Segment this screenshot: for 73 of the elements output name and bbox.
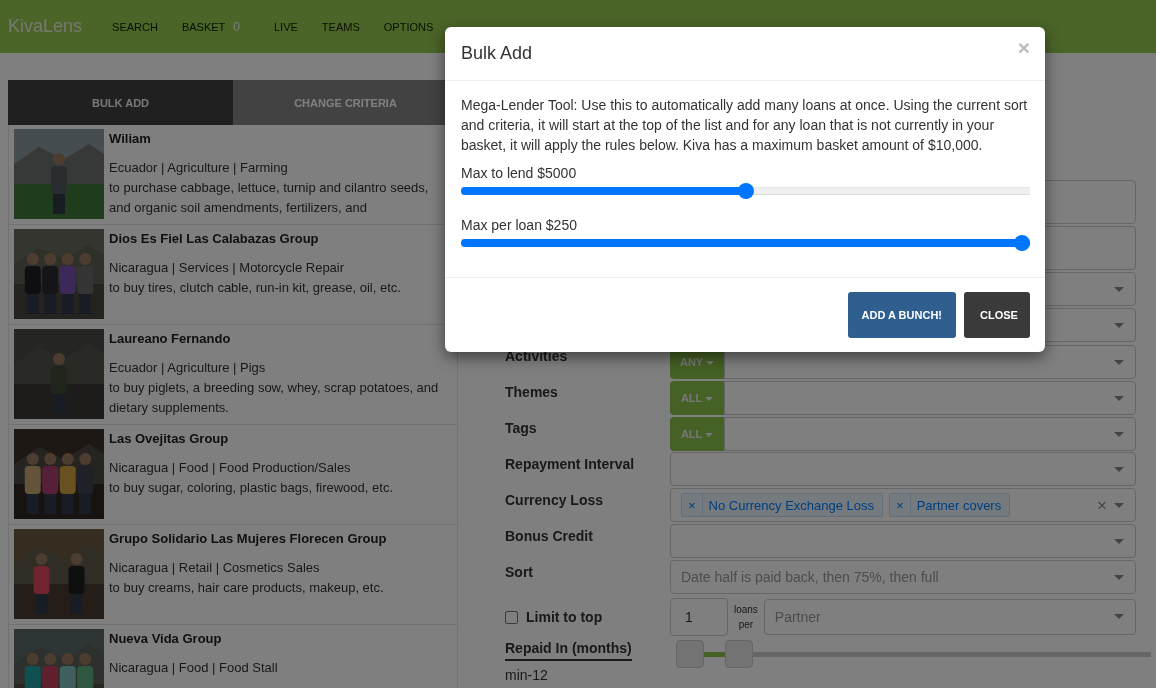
caret-icon [1114,396,1124,401]
tag-label: Partner covers [915,497,1003,513]
loan-card[interactable]: Grupo Solidario Las Mujeres Florecen Group Nicaragua | Retail | Cosmetics Sales to buy creams, hair care products, makeup, etc. [8,525,458,625]
loan-card[interactable]: Nueva Vida Group Nicaragua | Food | Food Stall [8,625,458,688]
checkbox[interactable] [505,610,518,624]
unit-label: loans per [732,603,759,632]
field-label: Repayment Interval [505,456,636,472]
loan-use: to buy sugar, coloring, plastic bags, firewood, etc. [109,479,393,497]
field-label: Limit to top [526,609,603,625]
multi-select-field[interactable]: × No Currency Exchange Loss × Partner covers × [670,488,1136,522]
loan-use: to buy creams, hair care products, makeup, etc. [109,579,385,597]
loan-category: Nicaragua | Retail | Cosmetics Sales [109,559,321,577]
slider-label: Max per loan $250 [461,217,578,234]
basket-count: 0 [233,19,240,34]
slider-thumb[interactable] [737,183,754,200]
loan-category: Nicaragua | Food | Food Stall [109,659,278,677]
close-button[interactable]: CLOSE [964,292,1030,339]
select-field[interactable] [670,524,1136,558]
range-reading: min-12 [505,667,549,683]
slider-label: Max to lend $5000 [461,165,578,182]
description: Mega-Lender Tool: Use this to automatically add many loans at once. Using the current sort and criteria, it will start at the top of the list and for any loan that is not currently in your basket, it will apply the rules below. Kiva has a maximum basket amount of $10,000. [461,96,1029,156]
slider-handle[interactable] [725,640,754,668]
select-field[interactable] [724,417,1136,451]
loan-use: to buy tires, clutch cable, run-in kit, grease, oil, etc. [109,279,401,297]
caret-icon [1114,614,1124,619]
caret-icon [1114,467,1124,472]
field-label: Repaid In (months) [505,640,632,661]
loan-name: Grupo Solidario Las Mujeres Florecen Group [109,530,387,548]
caret-icon [1114,360,1124,365]
any-all-dropdown[interactable]: ALL [670,381,724,415]
nav-link[interactable]: TEAMS [321,20,360,33]
loan-category: Ecuador | Agriculture | Pigs [109,359,267,377]
caret-icon [1114,287,1124,292]
caret-icon [1114,539,1124,544]
loan-category: Ecuador | Agriculture | Farming [109,159,289,177]
caret-icon [1114,503,1124,508]
loan-name: Laureano Fernando [109,330,232,348]
caret-icon [1114,323,1124,328]
loan-name: Las Ovejitas Group [109,430,230,448]
slider-thumb[interactable] [1014,235,1030,252]
brand-logo[interactable]: KivaLens [8,16,83,37]
field-label: Tags [505,420,538,436]
tag-label: No Currency Exchange Loss [707,497,876,513]
loan-category: Nicaragua | Services | Motorcycle Repair [109,259,346,277]
any-all-dropdown[interactable]: ALL [670,417,724,451]
nav-link[interactable]: SEARCH [112,20,158,33]
loan-category: Nicaragua | Food | Food Production/Sales [109,459,352,477]
loan-name: Wiliam [109,130,152,148]
loan-name: Dios Es Fiel Las Calabazas Group [109,230,320,248]
caret-icon [1114,575,1124,580]
close-button[interactable]: × [1017,35,1030,60]
field-label: Themes [505,384,559,400]
clear-icon[interactable]: × [1097,496,1107,516]
select-field[interactable] [724,381,1136,415]
select-field[interactable] [670,452,1136,486]
nav-link[interactable]: OPTIONS [383,20,434,33]
nav-link[interactable]: LIVE [274,20,298,33]
field-label: Bonus Credit [505,528,594,544]
loan-use: to purchase cabbage, lettuce, turnip and cilantro seeds, and organic soil amendments, fertilizers, and [109,179,430,217]
field-label: Currency Loss [505,492,605,508]
loan-use: to buy piglets, a breeding sow, whey, scrap potatoes, and dietary supplements. [109,379,440,417]
field-label: Activities [505,348,569,364]
number-input[interactable]: 1 [670,598,728,636]
tab[interactable]: BULK ADD [8,80,233,125]
loan-card[interactable]: Laureano Fernando Ecuador | Agriculture | Pigs to buy piglets, a breeding sow, whey, scrap potatoes, and dietary supplements. [8,325,458,425]
nav-link[interactable]: BASKET [181,20,226,33]
slider-handle[interactable] [676,640,704,668]
add-button[interactable]: ADD A BUNCH! [847,292,956,339]
caret-icon [1114,432,1124,437]
loan-name: Nueva Vida Group [109,630,223,648]
field-label: Sort [505,564,534,580]
loan-card[interactable]: Las Ovejitas Group Nicaragua | Food | Food Production/Sales to buy sugar, coloring, plastic bags, firewood, etc. [8,425,458,525]
modal-title: Bulk Add [461,43,533,65]
